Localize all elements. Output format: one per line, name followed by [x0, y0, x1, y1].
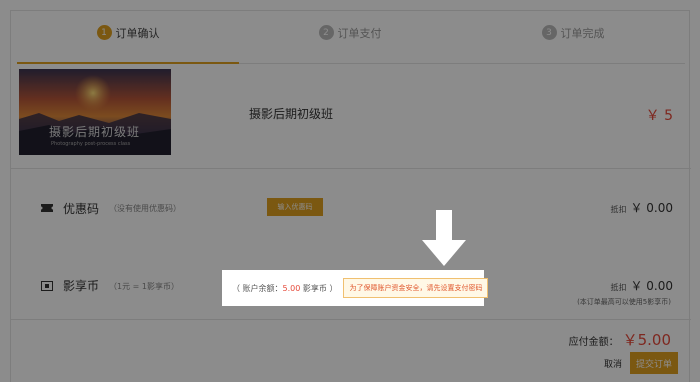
balance-amount: 5.00: [282, 283, 301, 293]
balance-suffix: 影享币 ）: [300, 283, 338, 293]
balance-prefix: （ 账户余额：: [232, 283, 283, 293]
balance-text: （ 账户余额：5.00 影享币 ）: [232, 283, 337, 294]
balance-highlight: （ 账户余额：5.00 影享币 ） 为了保障账户资金安全，请先 设置支付密码: [222, 270, 489, 306]
security-tip-text: 为了保障账户资金安全，请先: [349, 284, 441, 292]
set-pay-password-link[interactable]: 设置支付密码: [440, 283, 482, 293]
dim-overlay: [0, 0, 700, 382]
security-tip: 为了保障账户资金安全，请先 设置支付密码: [343, 278, 489, 298]
order-confirm-page: 1 订单确认 2 订单支付 3 订单完成 摄影后期初级班 Photography…: [0, 0, 700, 382]
down-arrow-icon: [422, 210, 466, 266]
